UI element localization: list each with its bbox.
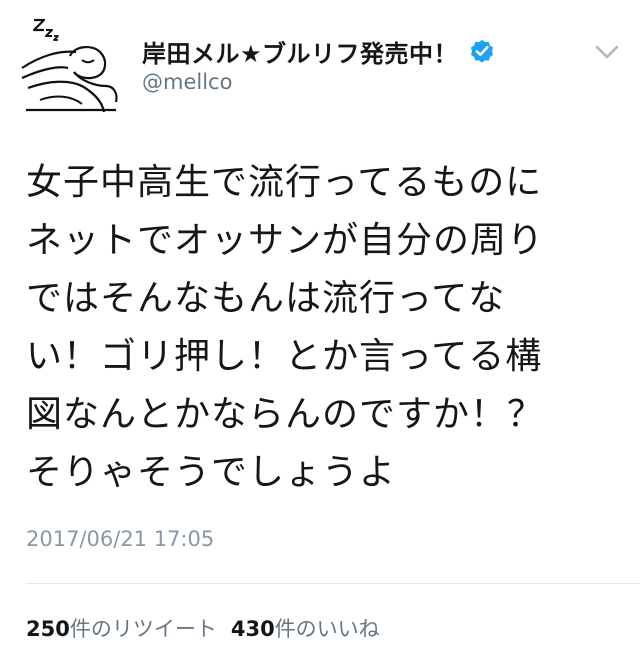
tweet-text-line: い！ゴリ押し！とか言ってる構 <box>26 336 543 377</box>
tweet-text-line: そりゃそうでしょうよ <box>26 452 397 493</box>
like-stat[interactable]: 430件のいいね <box>231 613 380 643</box>
avatar[interactable] <box>20 16 120 116</box>
tweet-text-line: ではそんなもんは流行ってな <box>26 278 506 319</box>
retweet-count: 250 <box>26 617 70 641</box>
like-count: 430 <box>230 617 275 641</box>
retweet-label: 件のリツイート <box>69 617 217 641</box>
display-name[interactable]: 岸田メル★ブルリフ発売中！ <box>142 34 458 69</box>
author-name-row: 岸田メル★ブルリフ発売中！ <box>142 34 496 68</box>
like-label: 件のいいね <box>274 617 380 641</box>
tweet-text-line: 図なんとかならんのですか！？ <box>26 394 545 435</box>
tweet-text-line: 女子中高生で流行ってるものに <box>26 162 543 203</box>
tweet-card: 岸田メル★ブルリフ発売中！ @mellco 女子中高生で流行ってるものに ネット… <box>0 0 640 666</box>
chevron-down-icon[interactable] <box>592 40 622 64</box>
retweet-stat[interactable]: 250件のリツイート <box>26 613 217 643</box>
verified-badge-icon <box>470 39 494 63</box>
tweet-text-line: ネットでオッサンが自分の周り <box>26 220 545 261</box>
divider <box>26 583 640 584</box>
tweet-text: 女子中高生で流行ってるものに ネットでオッサンが自分の周り ではそんなもんは流行… <box>26 154 606 502</box>
sleeping-character-avatar <box>21 18 118 113</box>
tweet-timestamp[interactable]: 2017/06/21 17:05 <box>26 527 214 551</box>
tweet-stats: 250件のリツイート 430件のいいね <box>26 613 380 643</box>
author-handle[interactable]: @mellco <box>142 70 232 94</box>
